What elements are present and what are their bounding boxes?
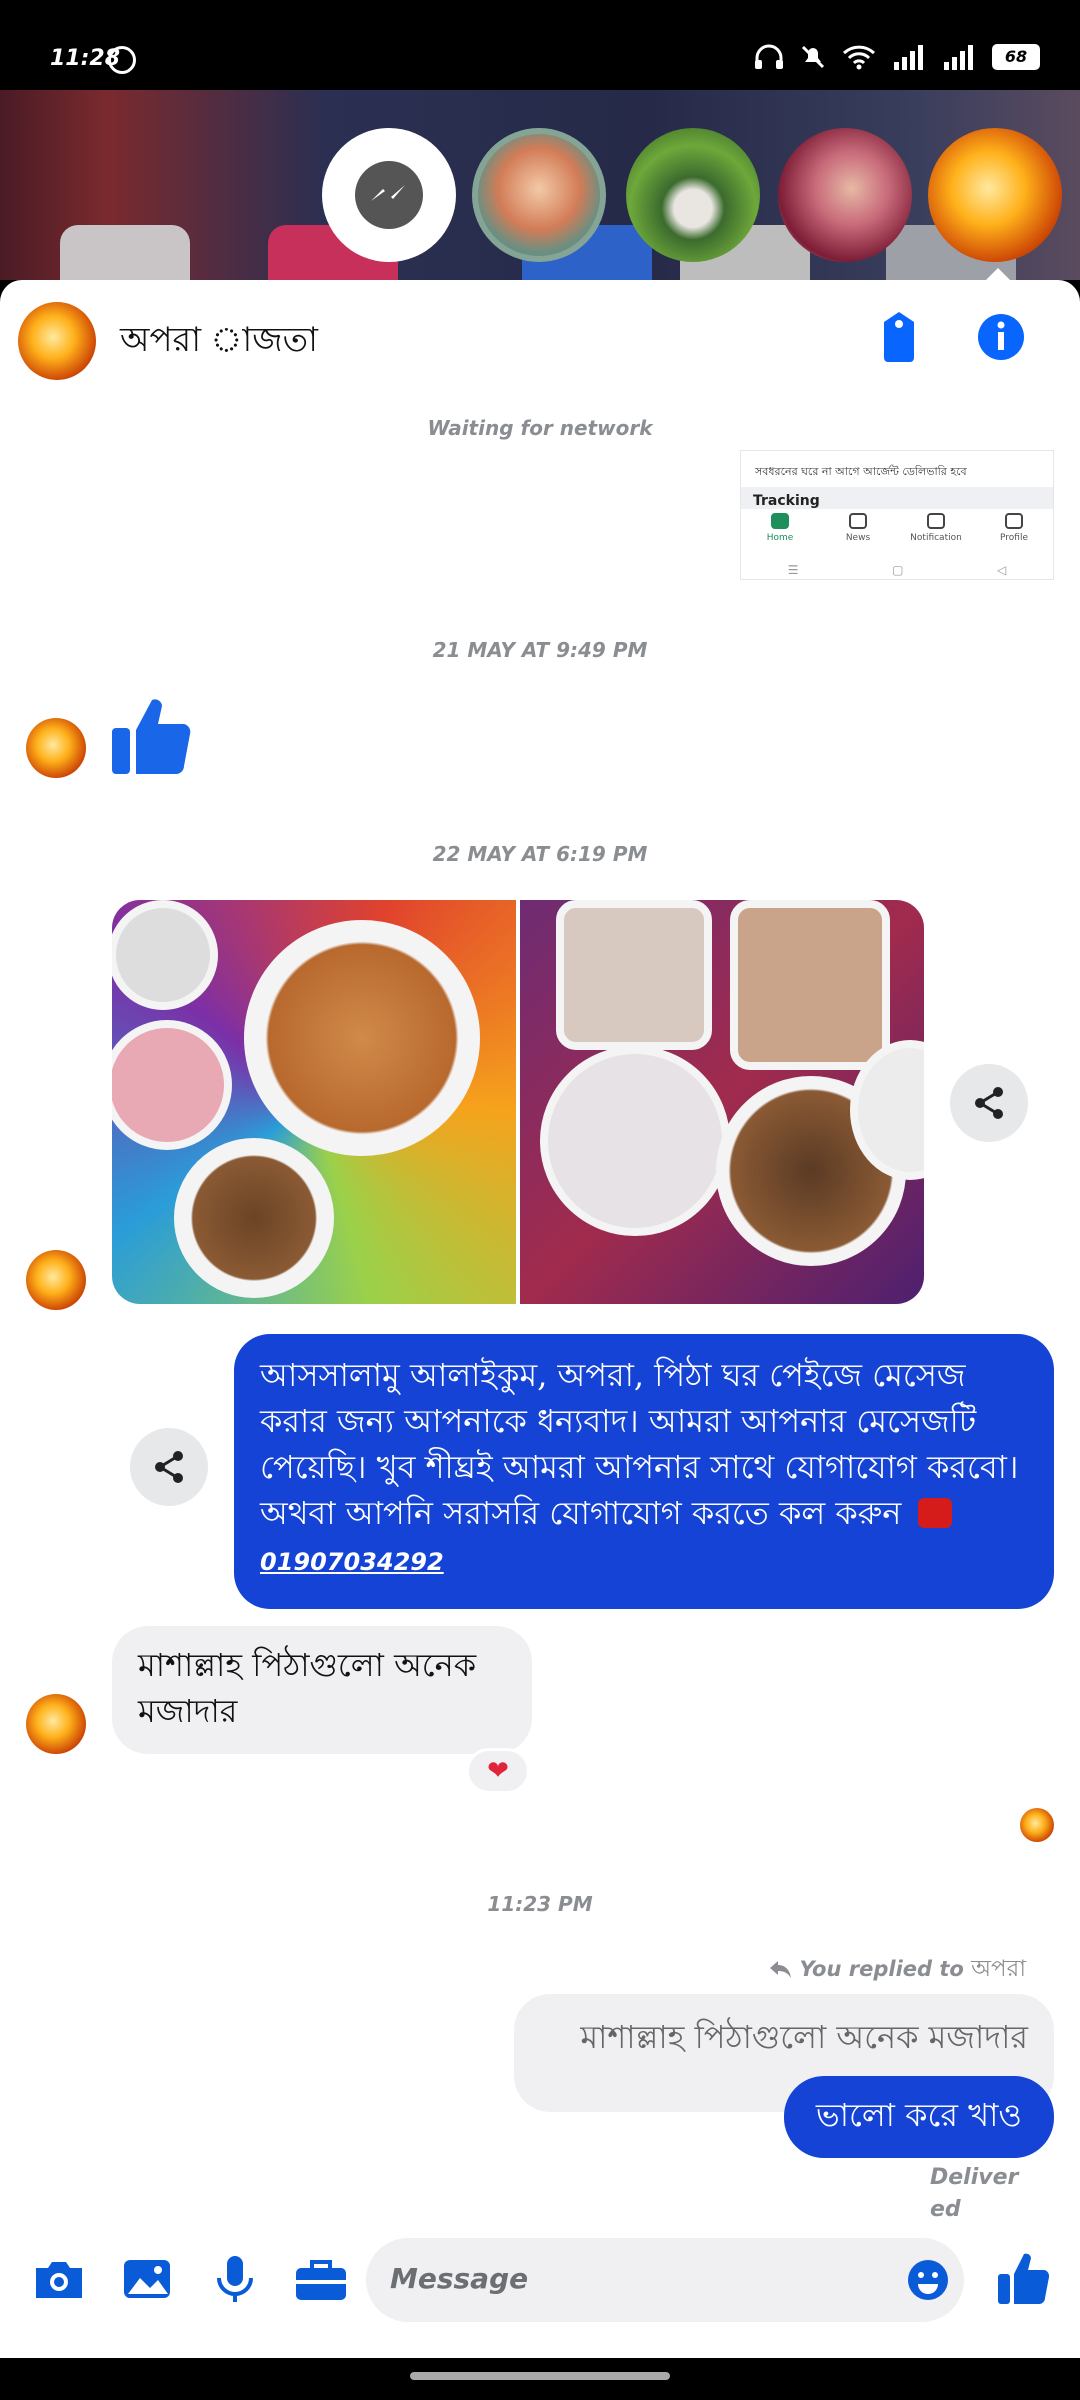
plate	[174, 1138, 334, 1298]
plate	[112, 900, 218, 1010]
active-head-pointer	[986, 268, 1010, 280]
network-status: Waiting for network	[427, 416, 653, 440]
timestamp: 22 MAY AT 6:19 PM	[432, 842, 648, 866]
seen-receipt-avatar	[1020, 1808, 1054, 1842]
preview-tab-notification: Notification	[906, 513, 966, 543]
food-bag	[556, 900, 712, 1050]
food-photo[interactable]	[112, 900, 516, 1304]
label-tag-icon[interactable]	[874, 310, 924, 364]
sender-avatar	[26, 1694, 86, 1754]
share-icon	[155, 1451, 183, 1483]
gallery-icon[interactable]	[118, 2250, 176, 2308]
preview-tabs: Home News Notification Profile	[741, 513, 1053, 543]
share-button[interactable]	[950, 1064, 1028, 1142]
battery-icon: 68	[992, 44, 1040, 70]
timestamp: 21 MAY AT 9:49 PM	[432, 638, 648, 662]
chat-heads-bar	[0, 90, 1080, 280]
headphones-icon	[755, 44, 783, 69]
contact-avatar[interactable]	[18, 302, 96, 380]
heart-reaction[interactable]: ❤	[466, 1748, 530, 1794]
chat-panel: অপরা াজতা Waiting for network সবধরনের ঘর…	[0, 280, 1080, 2358]
thumbs-up-send-icon[interactable]	[994, 2250, 1052, 2308]
menu-nav-icon: ☰	[787, 563, 799, 577]
messenger-notification-icon	[108, 46, 136, 74]
shared-screenshot[interactable]: সবধরনের ঘরে না আগে আর্জেন্ট ডেলিভারি হবে…	[740, 450, 1054, 580]
message-input[interactable]: Message	[366, 2238, 964, 2322]
thumbs-up-icon[interactable]	[108, 694, 194, 780]
auto-reply-text: আসসালামু আলাইকুম, অপরা, পিঠা ঘর পেইজে মে…	[260, 1356, 1019, 1532]
home-nav-icon: ▢	[892, 563, 904, 577]
sender-avatar	[26, 1250, 86, 1310]
chat-head-active-avatar[interactable]	[928, 128, 1062, 262]
preview-section: Tracking	[741, 487, 1053, 509]
plate	[540, 1046, 730, 1236]
preview-nav: ☰ ▢ ◁	[741, 563, 1053, 577]
outgoing-auto-reply-bubble[interactable]: আসসালামু আলাইকুম, অপরা, পিঠা ঘর পেইজে মে…	[234, 1334, 1054, 1609]
bell-icon	[927, 513, 945, 529]
info-icon[interactable]	[976, 310, 1026, 364]
status-bar: 11:28 68	[0, 0, 1080, 90]
background-app-tile	[60, 225, 190, 280]
home-icon	[771, 513, 789, 529]
food-photo[interactable]	[520, 900, 924, 1304]
sender-avatar	[26, 718, 86, 778]
back-nav-icon: ◁	[996, 563, 1007, 577]
signal-2-icon	[944, 45, 973, 70]
emoji-icon[interactable]	[906, 2258, 950, 2302]
home-indicator	[410, 2372, 670, 2380]
chat-head-avatar[interactable]	[472, 128, 606, 262]
replied-to-name: অপরা	[971, 1956, 1026, 1982]
share-button[interactable]	[130, 1428, 208, 1506]
plate	[244, 920, 480, 1156]
message-composer: Message	[0, 2220, 1080, 2358]
plate	[112, 1020, 232, 1150]
wifi-icon	[842, 45, 876, 70]
food-bag	[730, 900, 890, 1070]
camera-icon[interactable]	[30, 2250, 88, 2308]
signal-1-icon	[894, 45, 923, 70]
preview-text: সবধরনের ঘরে না আগে আর্জেন্ট ডেলিভারি হবে	[755, 465, 967, 478]
messenger-chat-head[interactable]	[322, 128, 456, 262]
share-icon	[975, 1087, 1003, 1119]
mute-icon	[801, 45, 825, 69]
preview-tab-news: News	[828, 513, 888, 543]
business-tools-icon[interactable]	[292, 2250, 350, 2308]
person-icon	[1005, 513, 1023, 529]
news-icon	[849, 513, 867, 529]
replied-note: You replied to অপরা	[768, 1950, 1026, 1989]
messenger-icon	[355, 161, 423, 229]
chat-head-avatar[interactable]	[778, 128, 912, 262]
microphone-icon[interactable]	[206, 2250, 264, 2308]
incoming-message-bubble[interactable]: মাশাল্লাহ পিঠাগুলো অনেক মজাদার	[112, 1626, 532, 1754]
delivered-status: Delivered	[930, 2165, 1019, 2222]
chat-header: অপরা াজতা	[0, 280, 1080, 400]
preview-tab-profile: Profile	[984, 513, 1044, 543]
outgoing-reply-bubble[interactable]: ভালো করে খাও	[783, 2076, 1054, 2158]
chat-head-avatar[interactable]	[626, 128, 760, 262]
reply-arrow-icon	[770, 1961, 792, 1978]
contact-name[interactable]: অপরা াজতা	[120, 314, 318, 371]
status-icons: 68	[754, 44, 1040, 70]
telephone-icon	[917, 1498, 952, 1528]
phone-number-link[interactable]: 01907034292	[260, 1548, 444, 1576]
timestamp: 11:23 PM	[487, 1892, 593, 1916]
message-placeholder: Message	[390, 2262, 529, 2295]
replied-label: You replied to	[799, 1957, 964, 1981]
preview-tab-home: Home	[750, 513, 810, 543]
